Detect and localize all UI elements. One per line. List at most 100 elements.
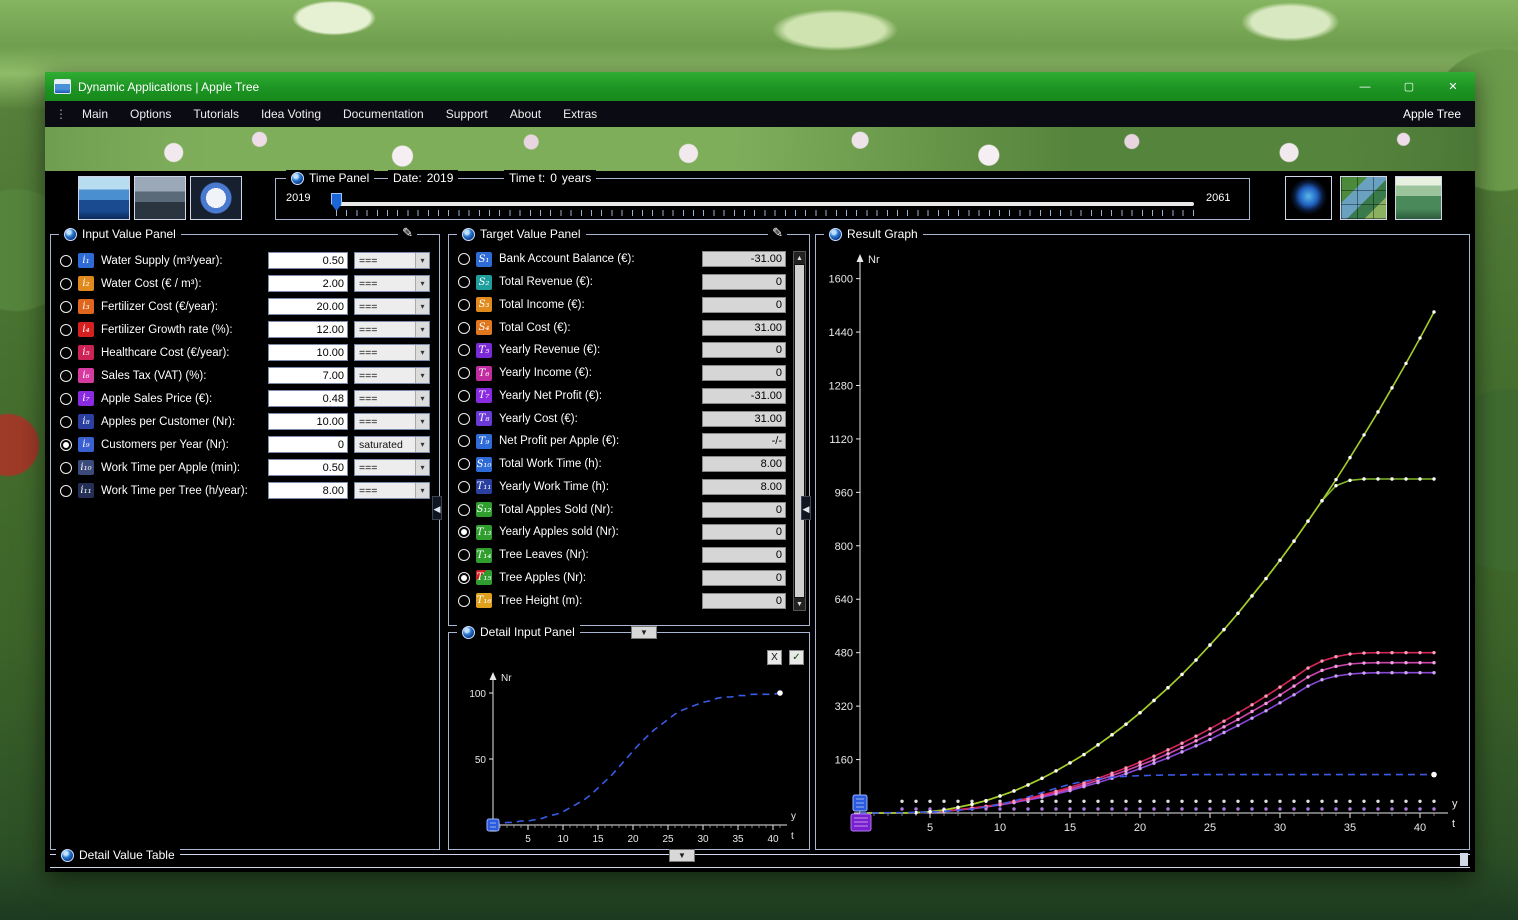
target-scrollbar[interactable]: ▲ ▼ [793, 251, 806, 611]
target-radio-T9[interactable] [458, 435, 470, 447]
menu-item-idea-voting[interactable]: Idea Voting [250, 107, 332, 121]
menu-item-main[interactable]: Main [71, 107, 119, 121]
input-radio-i3[interactable] [60, 301, 72, 313]
thumbnail-greenhouse-image[interactable] [1395, 176, 1442, 220]
target-radio-T13[interactable] [458, 526, 470, 538]
input-badge-icon-i1: i₁ [78, 253, 94, 268]
edit-pencil-icon[interactable]: ✎ [768, 225, 787, 241]
thumbnail-ocean-image[interactable] [78, 176, 130, 220]
thumbnail-dam-image[interactable] [134, 176, 186, 220]
target-panel-title: Target Value Panel [480, 226, 581, 242]
input-radio-i2[interactable] [60, 278, 72, 290]
input-radio-i7[interactable] [60, 393, 72, 405]
time-panel-header: Time Panel [286, 170, 374, 186]
input-radio-i11[interactable] [60, 485, 72, 497]
input-mode-select-i3[interactable]: ===▾ [354, 298, 430, 315]
time-slider-thumb[interactable] [331, 193, 342, 211]
scroll-corner-nub[interactable] [1460, 853, 1468, 866]
input-mode-select-i6[interactable]: ===▾ [354, 367, 430, 384]
input-radio-i4[interactable] [60, 324, 72, 336]
close-button[interactable]: ✕ [1431, 72, 1475, 101]
target-radio-T16[interactable] [458, 595, 470, 607]
input-radio-i5[interactable] [60, 347, 72, 359]
target-radio-S12[interactable] [458, 504, 470, 516]
input-mode-select-i8[interactable]: ===▾ [354, 413, 430, 430]
input-mode-select-i7[interactable]: ===▾ [354, 390, 430, 407]
target-radio-S4[interactable] [458, 322, 470, 334]
target-row-T7: T₇Yearly Net Profit (€):-31.00 [453, 385, 789, 408]
input-value-field-i7[interactable] [268, 390, 348, 407]
target-radio-S2[interactable] [458, 276, 470, 288]
input-badge-icon-i4: i₄ [78, 322, 94, 337]
target-radio-T6[interactable] [458, 367, 470, 379]
detail-dropdown-button[interactable]: ▼ [631, 626, 657, 639]
input-mode-select-i1[interactable]: ===▾ [354, 252, 430, 269]
input-value-field-i8[interactable] [268, 413, 348, 430]
target-label-S4: Total Cost (€): [499, 322, 702, 334]
menu-item-options[interactable]: Options [119, 107, 182, 121]
input-mode-select-i4[interactable]: ===▾ [354, 321, 430, 338]
input-value-field-i9[interactable] [268, 436, 348, 453]
input-radio-i10[interactable] [60, 462, 72, 474]
detail-input-chart[interactable]: 50100510152025303540Nryt [451, 657, 809, 849]
input-mode-select-i10[interactable]: ===▾ [354, 459, 430, 476]
menu-item-extras[interactable]: Extras [552, 107, 608, 121]
input-value-field-i2[interactable] [268, 275, 348, 292]
thumbnail-collage-image[interactable] [1340, 176, 1387, 220]
input-value-field-i6[interactable] [268, 367, 348, 384]
maximize-button[interactable]: ▢ [1387, 72, 1431, 101]
target-radio-S1[interactable] [458, 253, 470, 265]
target-radio-T15[interactable] [458, 572, 470, 584]
target-radio-T7[interactable] [458, 390, 470, 402]
menu-item-about[interactable]: About [499, 107, 552, 121]
input-value-panel: Input Value Panel ✎ i₁Water Supply (m³/y… [50, 234, 440, 850]
input-radio-i9[interactable] [60, 439, 72, 451]
input-radio-i8[interactable] [60, 416, 72, 428]
menu-item-tutorials[interactable]: Tutorials [182, 107, 250, 121]
target-radio-S3[interactable] [458, 299, 470, 311]
menu-item-support[interactable]: Support [435, 107, 499, 121]
input-value-field-i10[interactable] [268, 459, 348, 476]
chevron-down-icon: ▾ [415, 345, 429, 360]
input-mode-select-i5[interactable]: ===▾ [354, 344, 430, 361]
target-value-S10: 8.00 [702, 456, 786, 472]
scroll-up-icon[interactable]: ▲ [794, 252, 805, 264]
target-value-panel: Target Value Panel ✎ S₁Bank Account Bala… [448, 234, 810, 626]
input-radio-i6[interactable] [60, 370, 72, 382]
input-mode-select-i11[interactable]: ===▾ [354, 482, 430, 499]
svg-text:25: 25 [662, 834, 674, 845]
target-value-S3: 0 [702, 297, 786, 313]
target-radio-T5[interactable] [458, 344, 470, 356]
target-badge-icon-T11: T₁₁ [476, 479, 492, 494]
thumbnail-logo-image[interactable] [190, 176, 242, 220]
detail-curve-handle[interactable] [487, 819, 499, 831]
target-radio-T11[interactable] [458, 481, 470, 493]
input-mode-select-i9[interactable]: saturated▾ [354, 436, 430, 453]
edit-pencil-icon[interactable]: ✎ [398, 225, 417, 241]
input-value-field-i3[interactable] [268, 298, 348, 315]
target-radio-T14[interactable] [458, 549, 470, 561]
target-label-T6: Yearly Income (€): [499, 367, 702, 379]
date-value: 2019 [427, 170, 454, 186]
time-slider-track[interactable] [336, 202, 1194, 206]
input-value-field-i1[interactable] [268, 252, 348, 269]
target-radio-T8[interactable] [458, 413, 470, 425]
menu-right-label: Apple Tree [1403, 107, 1469, 121]
input-radio-i1[interactable] [60, 255, 72, 267]
input-value-field-i5[interactable] [268, 344, 348, 361]
target-radio-S10[interactable] [458, 458, 470, 470]
target-label-T14: Tree Leaves (Nr): [499, 549, 702, 561]
time-panel-title: Time Panel [309, 170, 369, 186]
input-panel-collapse-arrow[interactable]: ◀ [432, 496, 442, 520]
target-panel-collapse-arrow[interactable]: ◀ [801, 496, 811, 520]
scroll-thumb[interactable] [795, 265, 804, 597]
thumbnail-earth-image[interactable] [1285, 176, 1332, 220]
input-value-field-i11[interactable] [268, 482, 348, 499]
minimize-button[interactable]: — [1343, 72, 1387, 101]
detail-panel-header: Detail Input Panel [457, 624, 580, 640]
table-dropdown-button[interactable]: ▼ [669, 849, 695, 862]
input-mode-select-i2[interactable]: ===▾ [354, 275, 430, 292]
menu-item-documentation[interactable]: Documentation [332, 107, 435, 121]
scroll-down-icon[interactable]: ▼ [794, 598, 805, 610]
input-value-field-i4[interactable] [268, 321, 348, 338]
